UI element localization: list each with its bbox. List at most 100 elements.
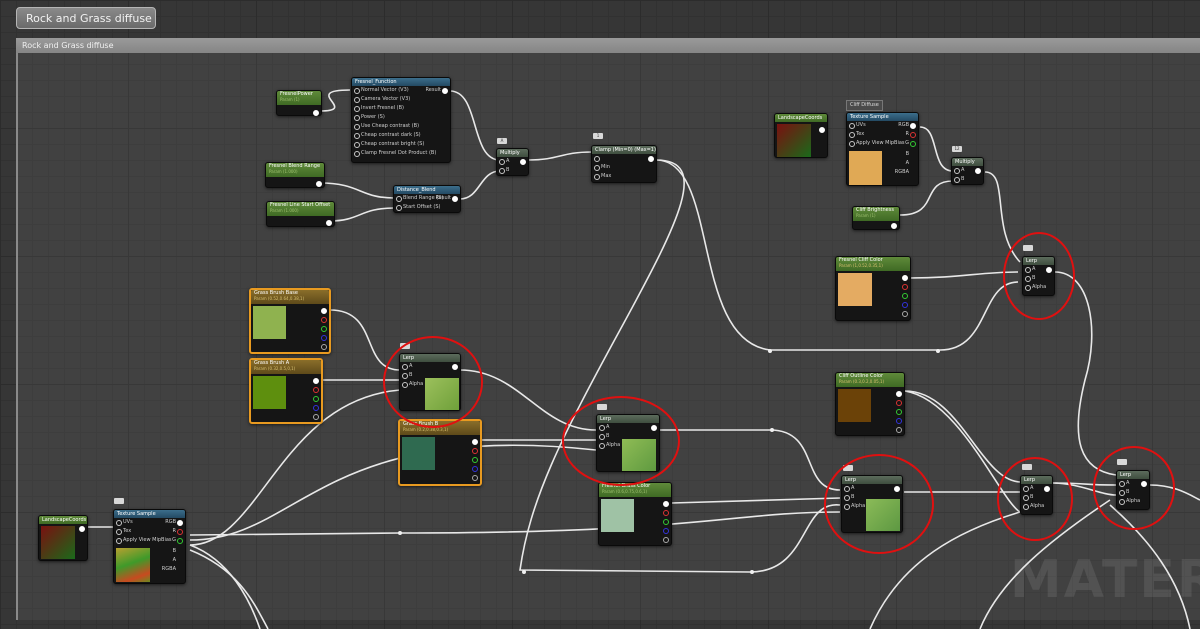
output-pin[interactable] (663, 501, 669, 507)
output-pin[interactable] (177, 520, 183, 526)
output-pin[interactable] (891, 223, 897, 229)
input-pin[interactable] (594, 156, 600, 162)
input-pin[interactable] (354, 124, 360, 130)
input-pin[interactable] (354, 133, 360, 139)
output-pin[interactable] (321, 326, 327, 332)
multiply-node-2[interactable]: Multiply A B (951, 157, 984, 185)
texture-sample-node-top[interactable]: Texture Sample UVs RGB Tex R Apply View Mi… (846, 112, 919, 186)
input-pin[interactable] (396, 196, 402, 202)
output-pin[interactable] (663, 537, 669, 543)
output-pin[interactable] (313, 414, 319, 420)
input-pin[interactable] (396, 205, 402, 211)
output-pin[interactable] (321, 317, 327, 323)
output-pin[interactable] (520, 159, 526, 165)
input-pin[interactable] (354, 88, 360, 94)
output-pin[interactable] (313, 378, 319, 384)
output-pin[interactable] (472, 448, 478, 454)
output-pin[interactable] (902, 275, 908, 281)
fresnel-grass-color-node[interactable]: Fresnel Grass Color Param (0.6,0.75,0.6,1… (598, 482, 672, 546)
grass-brush-b-node[interactable]: Grass Brush B Param (0.2,0.38,0.3,1) (398, 419, 482, 486)
output-pin[interactable] (442, 88, 448, 94)
highlight-circle (562, 396, 680, 486)
pin-row: A (952, 166, 983, 175)
input-pin[interactable] (849, 132, 855, 138)
output-pin[interactable] (313, 387, 319, 393)
input-pin[interactable] (354, 115, 360, 121)
output-pin[interactable] (663, 528, 669, 534)
fresnel-line-start-offset-node[interactable]: Fresnel Line Start Offset Param (1.000) (266, 201, 335, 227)
fresnel-blend-range-node[interactable]: Fresnel Blend Range Param (1.000) (265, 162, 325, 188)
output-pin[interactable] (472, 466, 478, 472)
cliff-brightness-node[interactable]: Cliff Brightness Param (1) (852, 206, 900, 230)
input-pin[interactable] (354, 97, 360, 103)
output-pin[interactable] (896, 409, 902, 415)
distance-blend-node[interactable]: Distance_Blend Blend Range (S) Result Sta… (393, 185, 461, 213)
output-pin[interactable] (326, 220, 332, 226)
node-header: Cliff Brightness Param (1) (853, 207, 899, 221)
output-pin[interactable] (472, 457, 478, 463)
cliff-outline-color-node[interactable]: Cliff Outline Color Param (0.3,0.2,0.05,1… (835, 372, 905, 436)
output-pin[interactable] (902, 293, 908, 299)
output-pin[interactable] (902, 302, 908, 308)
wire (519, 159, 841, 573)
output-pin[interactable] (648, 156, 654, 162)
output-pin[interactable] (975, 168, 981, 174)
input-pin[interactable] (354, 151, 360, 157)
texture-tag: Cliff Diffuse (846, 100, 883, 111)
output-pin[interactable] (177, 538, 183, 544)
output-pin[interactable] (472, 439, 478, 445)
grass-brush-a-node[interactable]: Grass Brush A Param (0.32,0.5,0,1) (249, 358, 323, 424)
pin-row: Use Cheap contrast (B) (352, 122, 450, 131)
node-preview-badge: 1 (593, 133, 603, 139)
landscape-coords-node-top[interactable]: LandscapeCoords (774, 113, 828, 158)
output-pin[interactable] (79, 526, 85, 532)
fresnel-cliff-color-node[interactable]: Fresnel Cliff Color Param (1,0.52,0.35,1) (835, 256, 911, 321)
input-pin[interactable] (849, 141, 855, 147)
fresnel-power-node[interactable]: FresnelPower Param (1) (276, 90, 322, 116)
fresnel-function-node[interactable]: Fresnel_Function Normal Vector (V3) Resul… (351, 77, 451, 163)
output-pin[interactable] (663, 510, 669, 516)
highlight-circle (383, 336, 483, 428)
input-pin[interactable] (849, 123, 855, 129)
output-pin[interactable] (910, 132, 916, 138)
input-pin[interactable] (116, 529, 122, 535)
input-pin[interactable] (354, 142, 360, 148)
output-pin[interactable] (316, 181, 322, 187)
landscape-coords-node-bottom[interactable]: LandscapeCoords (38, 515, 88, 561)
output-pin[interactable] (321, 344, 327, 350)
input-pin[interactable] (116, 538, 122, 544)
output-pin[interactable] (910, 123, 916, 129)
node-header: Texture Sample (114, 510, 185, 518)
input-pin[interactable] (594, 174, 600, 180)
node-header: LandscapeCoords (39, 516, 87, 524)
output-pin[interactable] (313, 405, 319, 411)
output-pin[interactable] (452, 196, 458, 202)
output-pin[interactable] (321, 308, 327, 314)
output-pin[interactable] (321, 335, 327, 341)
input-pin[interactable] (499, 159, 505, 165)
output-pin[interactable] (896, 400, 902, 406)
output-pin[interactable] (902, 284, 908, 290)
output-pin[interactable] (896, 391, 902, 397)
texture-sample-node-bottom[interactable]: Texture Sample UVs RGB Tex R Apply View Mi… (113, 509, 186, 584)
wire (899, 180, 954, 216)
output-pin[interactable] (313, 110, 319, 116)
output-pin[interactable] (663, 519, 669, 525)
output-pin[interactable] (177, 529, 183, 535)
input-pin[interactable] (954, 168, 960, 174)
output-pin[interactable] (472, 475, 478, 481)
input-pin[interactable] (499, 168, 505, 174)
output-pin[interactable] (896, 427, 902, 433)
input-pin[interactable] (354, 106, 360, 112)
input-pin[interactable] (594, 165, 600, 171)
output-pin[interactable] (896, 418, 902, 424)
output-pin[interactable] (910, 141, 916, 147)
grass-brush-base-node[interactable]: Grass Brush Base Param (0.52,0.64,0.38,1) (249, 288, 331, 354)
output-pin[interactable] (819, 127, 825, 133)
output-pin[interactable] (313, 396, 319, 402)
input-pin[interactable] (116, 520, 122, 526)
multiply-node-1[interactable]: Multiply A B (496, 148, 529, 176)
clamp-node[interactable]: Clamp (Min=0) (Max=1) Min Max (591, 145, 657, 183)
output-pin[interactable] (902, 311, 908, 317)
input-pin[interactable] (954, 177, 960, 183)
